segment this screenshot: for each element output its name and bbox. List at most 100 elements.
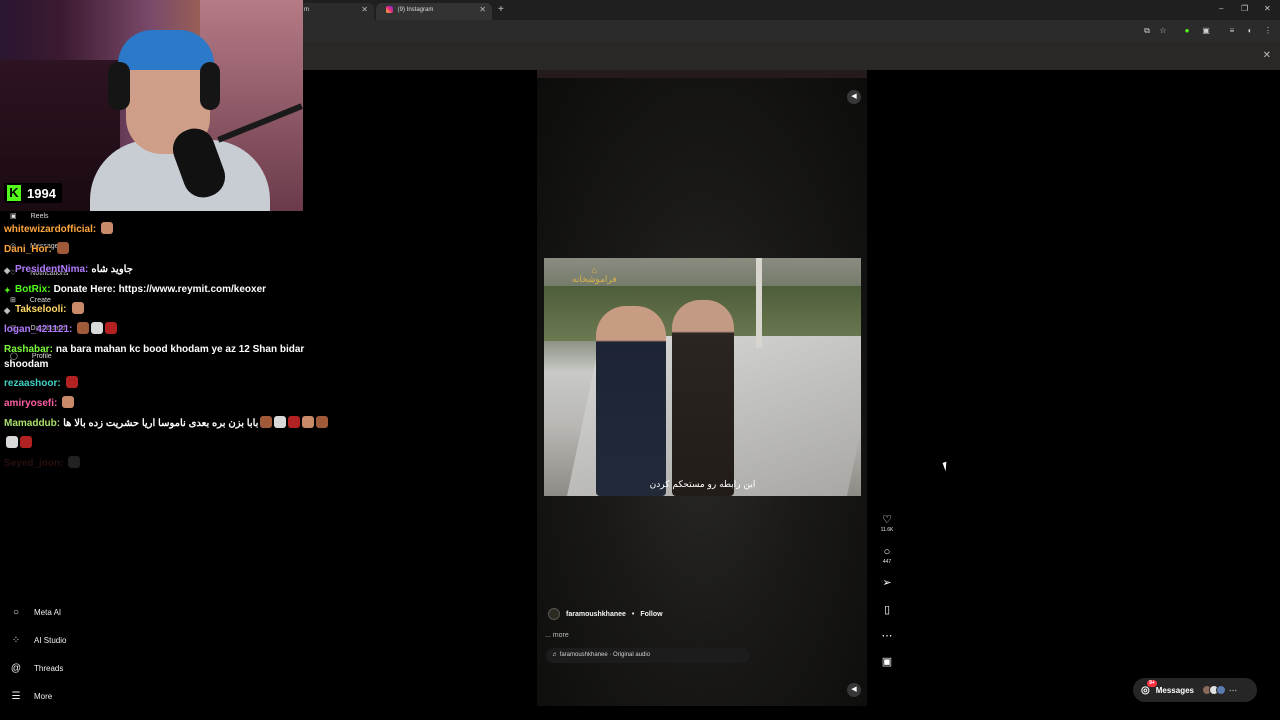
mute-toggle-bottom[interactable]: ◀ <box>847 683 861 697</box>
author-username[interactable]: faramoushkhanee <box>566 611 626 618</box>
browser-tab-instagram[interactable]: (9) Instagram ✕ <box>376 3 492 20</box>
sidebar-item-threads[interactable]: @ Threads <box>10 662 63 674</box>
channel-watermark: ⌂ فراموشخانه <box>572 266 617 284</box>
bookmark-star-icon[interactable]: ☆ <box>1157 25 1169 37</box>
like-button[interactable]: ♡ 11.6K <box>877 514 897 533</box>
audio-label: faramoushkhanee · Original audio <box>559 652 651 658</box>
video-flagpole <box>756 258 762 348</box>
messages-button[interactable]: ◎ 9+ Messages ⋯ <box>1133 678 1257 702</box>
sidebar-item-label: Meta AI <box>34 607 62 617</box>
like-count: 11.6K <box>880 527 894 533</box>
minimize-button[interactable]: – <box>1219 4 1223 13</box>
chat-emote-icon <box>68 456 81 468</box>
reel-author-row: faramoushkhanee • Follow <box>548 608 663 620</box>
chat-username[interactable]: PresidentNima: <box>15 264 88 275</box>
mouse-cursor-icon <box>942 461 950 472</box>
address-bar[interactable] <box>303 22 1133 40</box>
new-tab-button[interactable]: + <box>498 3 504 17</box>
chat-username[interactable]: logan_421121: <box>4 324 72 335</box>
close-window-button[interactable]: ✕ <box>1264 4 1271 13</box>
chat-message: whitewizardofficial: <box>4 220 334 240</box>
chat-username[interactable]: Takselooli: <box>15 304 67 315</box>
viewer-count-badge: K 1994 <box>4 183 62 203</box>
chat-message: Seyed_joon: <box>4 454 334 474</box>
audio-pill[interactable]: ♬ faramoushkhanee · Original audio <box>546 648 750 663</box>
chat-emote-icon <box>316 416 329 428</box>
follow-button[interactable]: Follow <box>640 611 662 618</box>
chat-emote-icon <box>260 416 273 428</box>
sidebar-item-label: Reels <box>30 212 49 220</box>
chat-message: rezaashoor: <box>4 374 334 394</box>
chat-emote-icon <box>56 242 69 254</box>
chat-emote-icon <box>91 322 104 334</box>
menu-icon: ☰ <box>11 690 21 702</box>
meta-ai-icon: ○ <box>12 606 20 618</box>
extensions-puzzle-icon[interactable]: ▣ <box>1200 25 1212 37</box>
tab-title: m <box>304 7 309 13</box>
browser-menu-icon[interactable]: ⋮ <box>1262 25 1274 37</box>
speaker-muted-icon: ◀ <box>851 686 857 693</box>
chat-username[interactable]: whitewizardofficial: <box>4 224 96 235</box>
instagram-favicon-icon <box>386 5 393 13</box>
reel-video[interactable]: ⌂ فراموشخانه این رابطه رو مستحکم کردن <box>544 258 861 496</box>
sidebar-item-reels[interactable]: ▣ Reels <box>10 212 49 221</box>
mute-toggle-top[interactable]: ◀ <box>847 90 861 104</box>
install-app-icon[interactable]: ⧉ <box>1141 25 1153 37</box>
messages-label: Messages <box>1155 685 1194 695</box>
profile-avatar-icon[interactable]: ◐ <box>1244 25 1256 37</box>
extension-icon[interactable]: ● <box>1181 25 1193 37</box>
chat-emote-icon <box>20 436 32 448</box>
share-button[interactable]: ➢ <box>877 577 897 589</box>
chat-username[interactable]: Mamaddub: <box>4 418 60 429</box>
tab-close-icon[interactable]: ✕ <box>361 3 368 17</box>
avatar <box>1215 685 1226 695</box>
messages-badge: 9+ <box>1147 680 1157 687</box>
gift-badge-icon: ◆ <box>4 266 11 275</box>
video-person-right <box>672 300 734 496</box>
music-note-icon: ♬ <box>552 652 558 658</box>
sidebar-item-meta-ai[interactable]: ○ Meta AI <box>10 606 61 618</box>
gift-badge-icon: ◆ <box>4 306 11 315</box>
author-avatar[interactable] <box>548 608 560 620</box>
chat-message: logan_421121: <box>4 320 334 340</box>
chat-emote-icon <box>65 376 78 388</box>
headphone-left <box>108 62 130 110</box>
save-button[interactable]: ▯ <box>877 604 897 616</box>
separator-dot: • <box>631 610 635 618</box>
audio-thumbnail-icon: ▣ <box>881 656 893 668</box>
chat-username[interactable]: amiryosefi: <box>4 398 57 409</box>
viewer-count: 1994 <box>27 185 56 201</box>
chat-username[interactable]: Seyed_joon: <box>4 458 63 469</box>
maximize-button[interactable]: ❐ <box>1241 4 1248 13</box>
comment-bubble-icon: ○ <box>883 546 891 558</box>
previous-reel-edge <box>537 70 867 78</box>
chat-username[interactable]: Dani_Hor: <box>4 244 52 255</box>
tab-close-icon[interactable]: ✕ <box>479 3 486 17</box>
webcam-cap <box>118 30 214 70</box>
comment-count: 447 <box>882 559 892 565</box>
heart-icon: ♡ <box>882 514 892 526</box>
chat-username[interactable]: rezaashoor: <box>4 378 61 389</box>
chat-emote-icon <box>302 416 315 428</box>
chat-username[interactable]: BotRix: <box>15 284 51 295</box>
media-controls-icon[interactable]: ≡ <box>1226 25 1238 37</box>
sidebar-item-more[interactable]: ☰ More <box>10 690 53 702</box>
audio-thumbnail[interactable]: ▣ <box>877 656 897 668</box>
chat-text: بابا بزن بره بعدی ناموسا اریا حشریت زده … <box>63 418 259 429</box>
more-options-button[interactable]: ⋯ <box>877 630 897 642</box>
chat-message: ✦ BotRix: Donate Here: https://www.reymit.… <box>4 280 334 300</box>
chat-message: Dani_Hor: <box>4 240 334 260</box>
chat-username[interactable]: Rashabar: <box>4 344 53 355</box>
infobar-close-icon[interactable]: ✕ <box>1263 50 1271 61</box>
kick-logo-icon: K <box>7 185 21 201</box>
watermark-text: فراموشخانه <box>572 274 617 284</box>
chat-message: ◆ PresidentNima: جاوید شاه <box>4 260 334 280</box>
chat-message: amiryosefi: <box>4 394 334 414</box>
sidebar-item-label: AI Studio <box>34 635 67 645</box>
caption-more-link[interactable]: ... more <box>545 632 569 639</box>
send-icon: ➢ <box>882 577 892 589</box>
chat-text: Donate Here: https://www.reymit.com/keox… <box>53 284 267 295</box>
chat-emote-icon <box>71 302 84 314</box>
comment-button[interactable]: ○ 447 <box>877 546 897 565</box>
sidebar-item-ai-studio[interactable]: ⁘ AI Studio <box>10 634 67 646</box>
